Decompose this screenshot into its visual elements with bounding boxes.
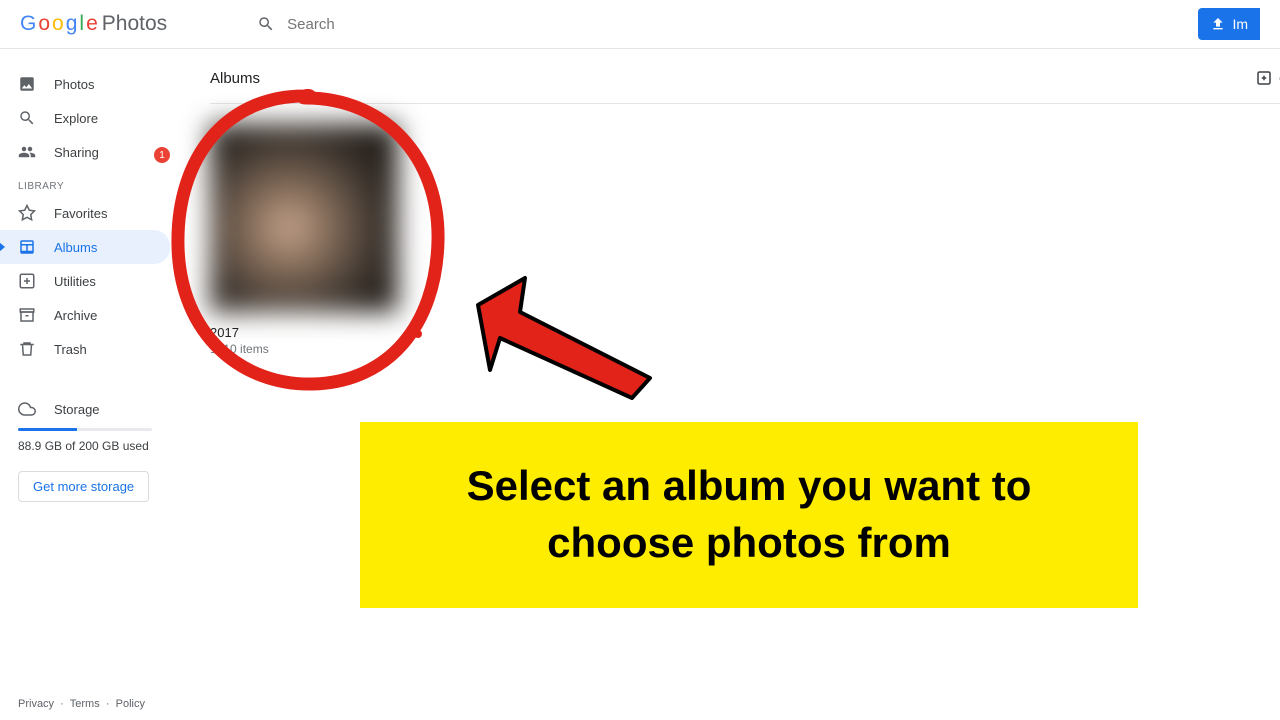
archive-icon xyxy=(18,306,36,324)
sidebar-item-favorites[interactable]: Favorites xyxy=(0,196,170,230)
nav-label: Utilities xyxy=(54,274,96,289)
create-album-button[interactable]: Cre xyxy=(1255,69,1280,87)
sidebar-item-archive[interactable]: Archive xyxy=(0,298,170,332)
storage-progress-fill xyxy=(18,428,77,431)
footer: Privacy · Terms · Policy xyxy=(18,698,145,710)
google-photos-logo[interactable]: Google Photos xyxy=(20,12,167,36)
nav-label: Photos xyxy=(54,77,94,92)
notification-badge: 1 xyxy=(154,147,170,163)
albums-grid: 2017 1610 items xyxy=(210,104,1280,356)
header: Google Photos Im xyxy=(0,0,1280,49)
active-indicator xyxy=(0,242,5,252)
upload-icon xyxy=(1210,16,1226,32)
sidebar-item-photos[interactable]: Photos xyxy=(0,67,170,101)
footer-terms-link[interactable]: Terms xyxy=(70,698,100,710)
page-title: Albums xyxy=(210,70,260,87)
utilities-icon xyxy=(18,272,36,290)
search-icon xyxy=(18,109,36,127)
star-icon xyxy=(18,204,36,222)
cloud-icon xyxy=(18,400,36,418)
photo-icon xyxy=(18,75,36,93)
sidebar-item-explore[interactable]: Explore xyxy=(0,101,170,135)
import-button[interactable]: Im xyxy=(1198,8,1260,40)
sidebar: Photos Explore Sharing 1 LIBRARY Favorit… xyxy=(0,49,170,690)
sidebar-item-utilities[interactable]: Utilities xyxy=(0,264,170,298)
nav-label: Explore xyxy=(54,111,98,126)
nav-label: Storage xyxy=(54,402,100,417)
library-section-label: LIBRARY xyxy=(0,169,170,196)
album-icon xyxy=(18,238,36,256)
logo-suffix: Photos xyxy=(102,12,167,36)
sidebar-item-sharing[interactable]: Sharing 1 xyxy=(0,135,170,169)
nav-label: Trash xyxy=(54,342,87,357)
plus-square-icon xyxy=(1255,69,1273,87)
nav-label: Sharing xyxy=(54,145,99,160)
album-title: 2017 xyxy=(210,325,398,340)
sidebar-item-albums[interactable]: Albums xyxy=(0,230,170,264)
annotation-callout: Select an album you want to choose photo… xyxy=(360,422,1138,608)
nav-label: Favorites xyxy=(54,206,107,221)
search-box[interactable] xyxy=(257,15,437,33)
storage-used-text: 88.9 GB of 200 GB used xyxy=(0,439,170,453)
search-icon xyxy=(257,15,275,33)
nav-label: Albums xyxy=(54,240,97,255)
footer-policy-link[interactable]: Policy xyxy=(116,698,145,710)
page-header: Albums Cre xyxy=(210,69,1280,104)
sidebar-item-trash[interactable]: Trash xyxy=(0,332,170,366)
get-more-storage-button[interactable]: Get more storage xyxy=(18,471,149,502)
album-item[interactable]: 2017 1610 items xyxy=(210,124,398,356)
album-thumbnail xyxy=(210,124,398,312)
album-item-count: 1610 items xyxy=(210,342,398,356)
sidebar-item-storage[interactable]: Storage xyxy=(0,390,170,424)
search-input[interactable] xyxy=(287,16,437,33)
storage-progress xyxy=(18,428,152,431)
trash-icon xyxy=(18,340,36,358)
people-icon xyxy=(18,143,36,161)
import-label: Im xyxy=(1232,16,1248,32)
nav-label: Archive xyxy=(54,308,97,323)
footer-privacy-link[interactable]: Privacy xyxy=(18,698,54,710)
